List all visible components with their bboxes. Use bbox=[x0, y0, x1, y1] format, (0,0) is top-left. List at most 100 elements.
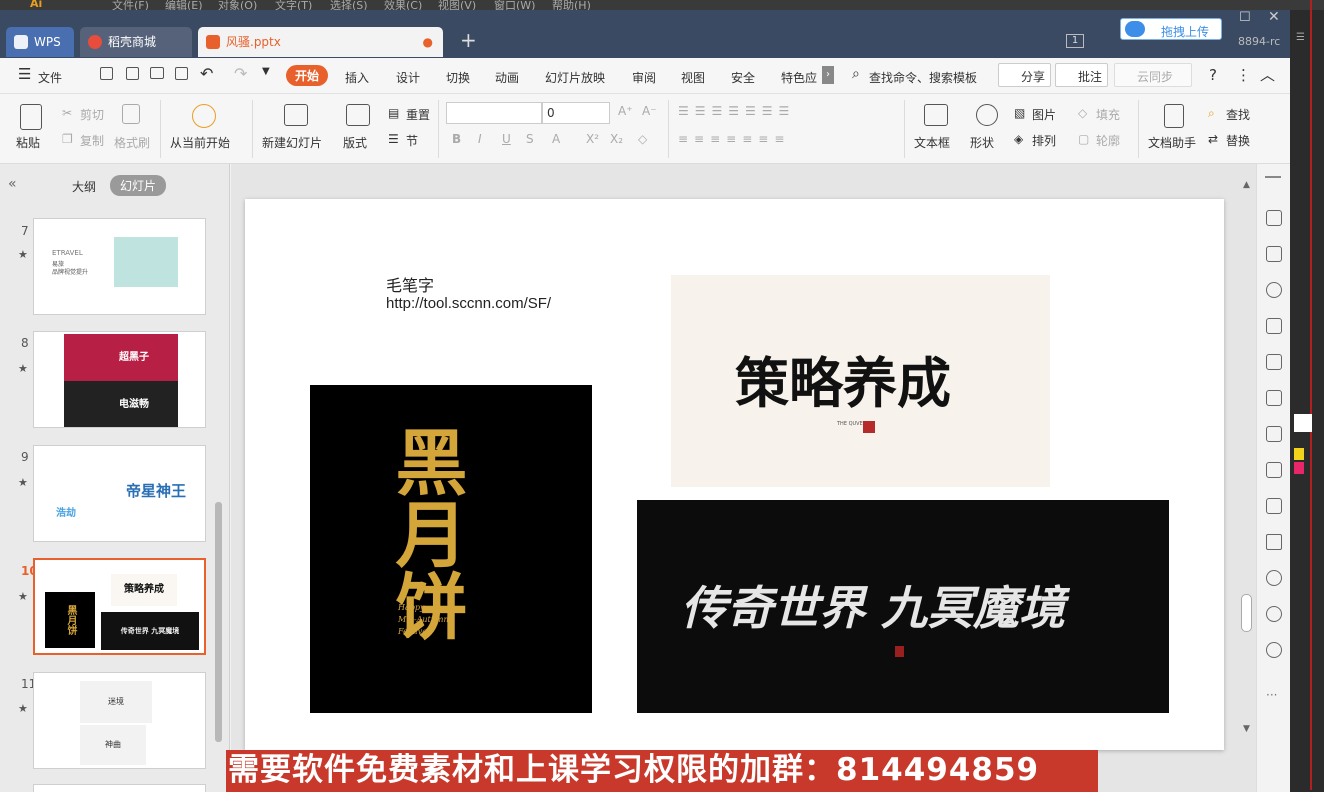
audio-icon[interactable] bbox=[1266, 534, 1282, 550]
play-from-current-button[interactable]: 从当前开始 bbox=[170, 134, 230, 151]
menu-animation[interactable]: 动画 bbox=[495, 69, 519, 86]
save-icon[interactable] bbox=[100, 67, 113, 80]
menu-scroll-right-icon[interactable]: › bbox=[822, 66, 834, 84]
menu-security[interactable]: 安全 bbox=[731, 69, 755, 86]
redo-icon[interactable]: ↷ bbox=[234, 64, 247, 83]
app-menu-object[interactable]: 对象(O) bbox=[218, 0, 257, 10]
gallery-icon[interactable] bbox=[1266, 390, 1282, 406]
list-paragraph-icons[interactable]: ☰☰☰☰☰☰☰ bbox=[678, 104, 795, 118]
image-icon[interactable] bbox=[1266, 498, 1282, 514]
color-swatch-pink[interactable] bbox=[1294, 462, 1304, 474]
slide-thumbnail-11[interactable]: 迷境 神曲 bbox=[33, 672, 206, 769]
slide-canvas[interactable]: 毛笔字 http://tool.sccnn.com/SF/ 策略养成 THE Q… bbox=[245, 199, 1224, 750]
print-preview-icon[interactable] bbox=[175, 67, 188, 80]
window-count-badge[interactable]: 1 bbox=[1066, 34, 1084, 48]
superscript-icon[interactable]: X² bbox=[586, 132, 599, 146]
new-slide-button[interactable]: 新建幻灯片 bbox=[262, 134, 322, 151]
more-chevron-down-icon[interactable]: ▼ bbox=[262, 66, 270, 77]
app-menu-file[interactable]: 文件(F) bbox=[112, 0, 149, 10]
picture-button[interactable]: 图片 bbox=[1032, 106, 1056, 123]
object-shape-icon[interactable] bbox=[1266, 282, 1282, 298]
shape-icon[interactable] bbox=[976, 104, 998, 126]
app-menu-edit[interactable]: 编辑(E) bbox=[165, 0, 203, 10]
replace-button[interactable]: 替换 bbox=[1226, 132, 1250, 149]
archive-icon[interactable] bbox=[1266, 462, 1282, 478]
strikethrough-icon[interactable]: S bbox=[526, 132, 534, 146]
bold-icon[interactable]: B bbox=[452, 132, 461, 146]
app-menu-effect[interactable]: 效果(C) bbox=[384, 0, 422, 10]
calligraphy-image-legend[interactable]: 传奇世界 九冥魔境 bbox=[637, 500, 1169, 713]
font-size-select[interactable]: 0 bbox=[542, 102, 610, 124]
command-search[interactable]: 查找命令、搜索模板 bbox=[869, 69, 977, 86]
more-icon[interactable]: ⋮ bbox=[1236, 66, 1251, 84]
subscript-icon[interactable]: X₂ bbox=[610, 132, 623, 146]
menu-review[interactable]: 审阅 bbox=[632, 69, 656, 86]
help-icon[interactable]: ? bbox=[1209, 66, 1217, 84]
arrange-button[interactable]: 排列 bbox=[1032, 132, 1056, 149]
slide-thumbnail-8[interactable]: 超黑子 电滋畅 bbox=[33, 331, 206, 428]
slide-url-text[interactable]: http://tool.sccnn.com/SF/ bbox=[386, 295, 551, 312]
menu-transition[interactable]: 切换 bbox=[446, 69, 470, 86]
format-painter-button[interactable]: 格式刷 bbox=[114, 134, 150, 151]
history-icon[interactable] bbox=[1266, 606, 1282, 622]
menu-features[interactable]: 特色应 bbox=[781, 69, 817, 86]
italic-icon[interactable]: I bbox=[478, 132, 482, 146]
menu-view[interactable]: 视图 bbox=[681, 69, 705, 86]
tab-daoke[interactable]: 稻壳商城 bbox=[80, 27, 192, 57]
slide-thumbnail-10[interactable]: 策略养成 黑月饼 传奇世界 九冥魔境 bbox=[33, 558, 206, 655]
slide-thumbnail-7[interactable]: ETRAVEL 易旅 品牌视觉提升 bbox=[33, 218, 206, 315]
font-family-select[interactable] bbox=[446, 102, 542, 124]
fill-bucket-icon[interactable] bbox=[1266, 318, 1282, 334]
export-icon[interactable] bbox=[126, 67, 139, 80]
canvas-scrollbar[interactable] bbox=[1241, 594, 1252, 632]
app-menu-window[interactable]: 窗口(W) bbox=[494, 0, 535, 10]
properties-icon[interactable] bbox=[1266, 354, 1282, 370]
calligraphy-image-mooncake[interactable]: 黑月饼 Happy Mid-Autumn Festival bbox=[310, 385, 592, 713]
new-slide-icon[interactable] bbox=[284, 104, 308, 126]
animation-icon[interactable] bbox=[1266, 210, 1282, 226]
share-out-icon[interactable] bbox=[1266, 426, 1282, 442]
comment-button[interactable]: 批注 bbox=[1055, 63, 1108, 87]
print-icon[interactable] bbox=[150, 67, 164, 79]
new-tab-plus-icon[interactable]: + bbox=[460, 28, 477, 52]
doc-assistant-button[interactable]: 文档助手 bbox=[1148, 134, 1196, 151]
upload-widget[interactable]: 拖拽上传 bbox=[1120, 18, 1222, 40]
tab-slides[interactable]: 幻灯片 bbox=[110, 175, 167, 196]
pane-scrollbar[interactable] bbox=[215, 502, 222, 742]
search-icon[interactable]: ⌕ bbox=[852, 66, 860, 82]
close-icon[interactable]: ✕ bbox=[1268, 9, 1280, 25]
layout-button[interactable]: 版式 bbox=[343, 134, 367, 151]
share-button[interactable]: 分享 bbox=[998, 63, 1051, 87]
cloud-sync-button[interactable]: 云同步 bbox=[1114, 63, 1192, 87]
align-icons[interactable]: ≡≡≡≡≡≡≡ bbox=[678, 132, 790, 146]
layout-icon[interactable] bbox=[346, 104, 370, 126]
menu-home[interactable]: 开始 bbox=[286, 65, 329, 86]
paste-button[interactable]: 粘贴 bbox=[16, 134, 40, 151]
color-swatch-yellow[interactable] bbox=[1294, 448, 1304, 460]
tab-document[interactable]: 风骚.pptx ● bbox=[198, 27, 443, 57]
app-menu-select[interactable]: 选择(S) bbox=[330, 0, 368, 10]
collapse-ribbon-icon[interactable]: ︿ bbox=[1260, 64, 1275, 85]
app-menu-view[interactable]: 视图(V) bbox=[438, 0, 476, 10]
tab-wps[interactable]: WPS bbox=[6, 27, 74, 57]
scroll-up-icon[interactable]: ▲ bbox=[1243, 180, 1250, 190]
more-dots-icon[interactable]: ··· bbox=[1266, 688, 1277, 702]
tab-outline[interactable]: 大纲 bbox=[72, 178, 96, 195]
help-circle-icon[interactable] bbox=[1266, 642, 1282, 658]
cut-button[interactable]: 剪切 bbox=[80, 106, 104, 123]
menu-design[interactable]: 设计 bbox=[396, 69, 420, 86]
outline-button[interactable]: 轮廓 bbox=[1096, 132, 1120, 149]
slide-switch-icon[interactable] bbox=[1266, 246, 1282, 262]
calligraphy-image-strategy[interactable]: 策略养成 THE QUVE bbox=[671, 275, 1050, 487]
slide-title-text[interactable]: 毛笔字 bbox=[386, 272, 434, 296]
doc-assistant-icon[interactable] bbox=[1164, 104, 1184, 128]
shape-button[interactable]: 形状 bbox=[970, 134, 994, 151]
decrease-font-icon[interactable]: A⁻ bbox=[642, 104, 657, 118]
hamburger-icon[interactable]: ☰ bbox=[18, 65, 31, 83]
font-color-icon[interactable]: A bbox=[552, 132, 560, 146]
textbox-button[interactable]: 文本框 bbox=[914, 134, 950, 151]
find-button[interactable]: 查找 bbox=[1226, 106, 1250, 123]
play-icon[interactable] bbox=[192, 104, 216, 128]
undo-icon[interactable]: ↶ bbox=[200, 64, 213, 83]
increase-font-icon[interactable]: A⁺ bbox=[618, 104, 633, 118]
